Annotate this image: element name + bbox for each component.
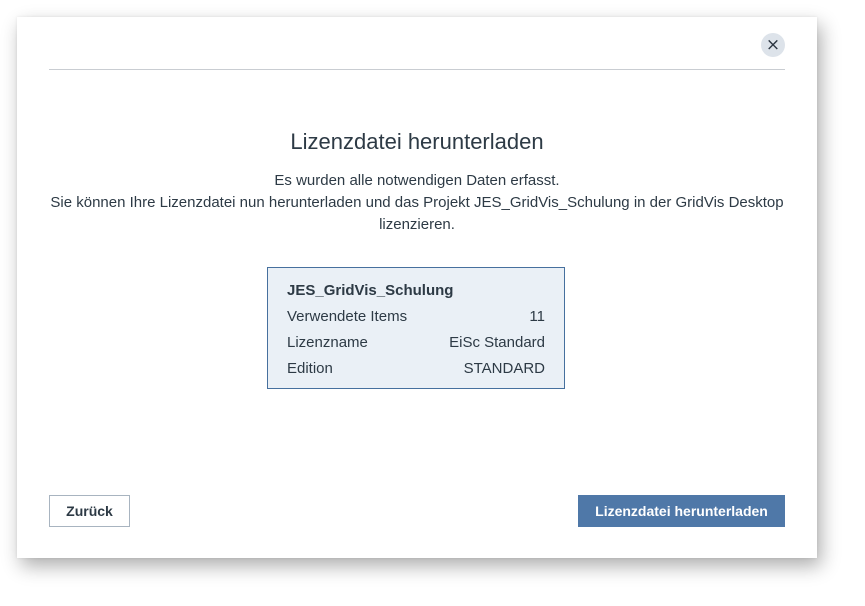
info-label: Edition: [287, 360, 333, 377]
description-line-3: lizenzieren.: [379, 216, 455, 233]
info-row-license-name: Lizenzname EiSc Standard: [287, 332, 545, 358]
info-label: Lizenzname: [287, 334, 368, 351]
info-value: EiSc Standard: [449, 334, 545, 351]
back-button[interactable]: Zurück: [49, 495, 130, 527]
info-value: 11: [529, 308, 545, 325]
dialog-description: Es wurden alle notwendigen Daten erfasst…: [37, 170, 797, 236]
info-value: STANDARD: [463, 360, 545, 377]
license-download-dialog: × Lizenzdatei herunterladen Es wurden al…: [17, 17, 817, 558]
header-divider: [49, 69, 785, 70]
download-license-button[interactable]: Lizenzdatei herunterladen: [578, 495, 785, 527]
project-name: JES_GridVis_Schulung: [287, 282, 454, 299]
description-line-2: Sie können Ihre Lizenzdatei nun herunter…: [50, 194, 784, 211]
close-button[interactable]: ×: [761, 33, 785, 57]
license-info-box: JES_GridVis_Schulung Verwendete Items 11…: [267, 267, 565, 389]
info-row-items: Verwendete Items 11: [287, 306, 545, 332]
info-row-edition: Edition STANDARD: [287, 358, 545, 384]
info-label: Verwendete Items: [287, 308, 408, 325]
description-line-1: Es wurden alle notwendigen Daten erfasst…: [274, 172, 560, 189]
dialog-title: Lizenzdatei herunterladen: [290, 129, 544, 154]
close-icon[interactable]: ×: [766, 35, 780, 55]
